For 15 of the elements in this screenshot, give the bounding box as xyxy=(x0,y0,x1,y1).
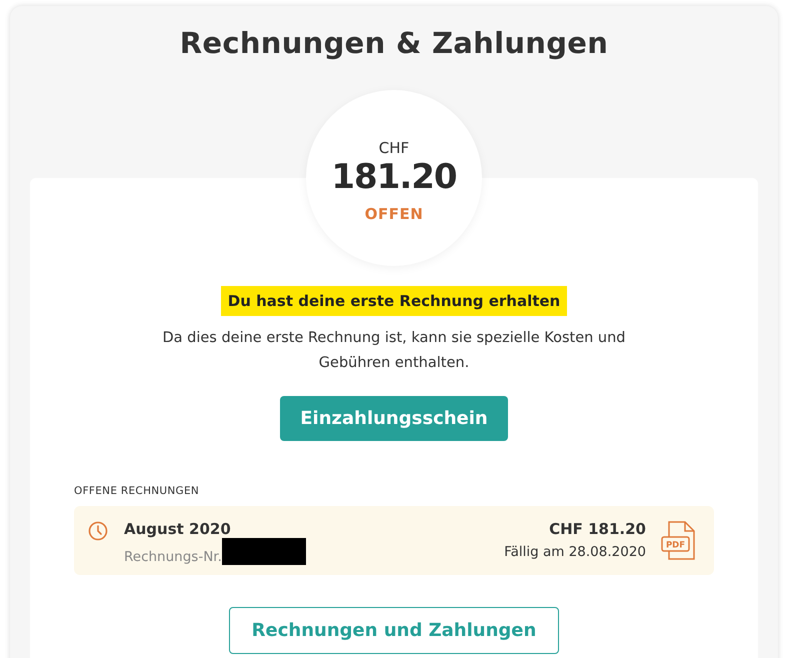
balance-status: OFFEN xyxy=(364,205,424,223)
invoice-number-label: Rechnungs-Nr. xyxy=(124,549,222,565)
clock-icon xyxy=(88,521,108,541)
balance-amount: 181.20 xyxy=(331,157,457,197)
notice-text: Da dies deine erste Rechnung ist, kann sie spezielle Kosten und Gebühren enthalten. xyxy=(161,329,627,373)
invoice-due-date: Fällig am 28.08.2020 xyxy=(504,544,646,560)
invoice-amount: CHF 181.20 xyxy=(549,520,646,538)
invoices-payments-button[interactable]: Rechnungen und Zahlungen xyxy=(228,607,560,654)
notice-heading: Du hast deine erste Rechnung erhalten xyxy=(220,286,568,316)
invoice-row[interactable]: August 2020 Rechnungs-Nr. CHF 181.20 Fällig am 28.08.2020 PDF xyxy=(74,506,714,575)
invoice-month: August 2020 xyxy=(124,520,232,538)
page-title: Rechnungen & Zahlungen xyxy=(180,26,608,60)
balance-currency: CHF xyxy=(378,139,410,157)
section-label: OFFENE RECHNUNGEN xyxy=(74,485,200,497)
payment-slip-button[interactable]: Einzahlungsschein xyxy=(280,396,508,441)
